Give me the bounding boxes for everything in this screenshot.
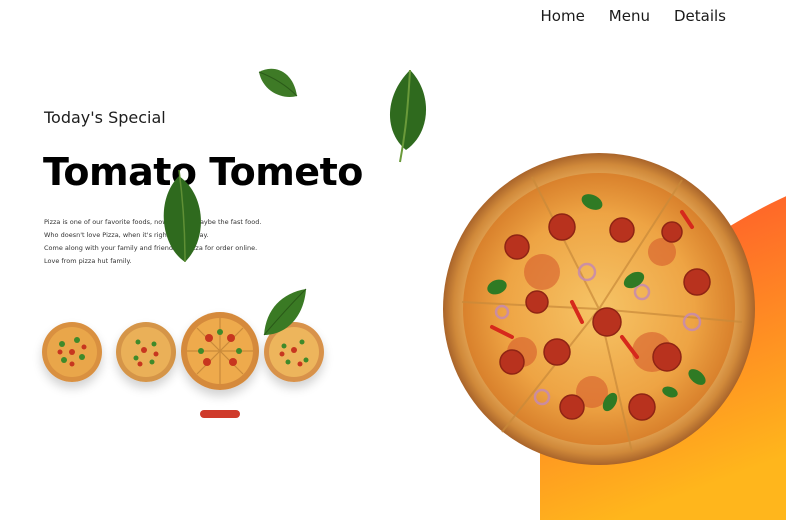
carousel-indicator[interactable] <box>200 410 240 418</box>
basil-leaf-icon <box>258 68 298 97</box>
description-line: Who doesn't love Pizza, when it's right … <box>44 231 209 239</box>
hero-subtitle: Today's Special <box>44 108 166 127</box>
pizza-thumbnail-3[interactable] <box>181 312 259 390</box>
featured-pizza-image <box>442 152 756 466</box>
nav-menu-link[interactable]: Menu <box>609 7 650 25</box>
hero-description: Pizza is one of our favorite foods, now-… <box>44 216 264 268</box>
description-line: Pizza is one of our favorite foods, now-… <box>44 218 262 226</box>
nav-details-link[interactable]: Details <box>674 7 726 25</box>
description-line: Come along with your family and friends … <box>44 244 258 252</box>
basil-leaf-icon <box>263 288 307 336</box>
basil-leaf-icon <box>389 69 427 163</box>
pizza-thumbnail-1[interactable] <box>42 322 102 382</box>
nav-home-link[interactable]: Home <box>541 7 585 25</box>
basil-leaf-icon <box>163 170 201 263</box>
pizza-thumbnail-2[interactable] <box>116 322 176 382</box>
top-nav: Home Menu Details <box>541 7 727 25</box>
description-line: Love from pizza hut family. <box>44 257 132 265</box>
